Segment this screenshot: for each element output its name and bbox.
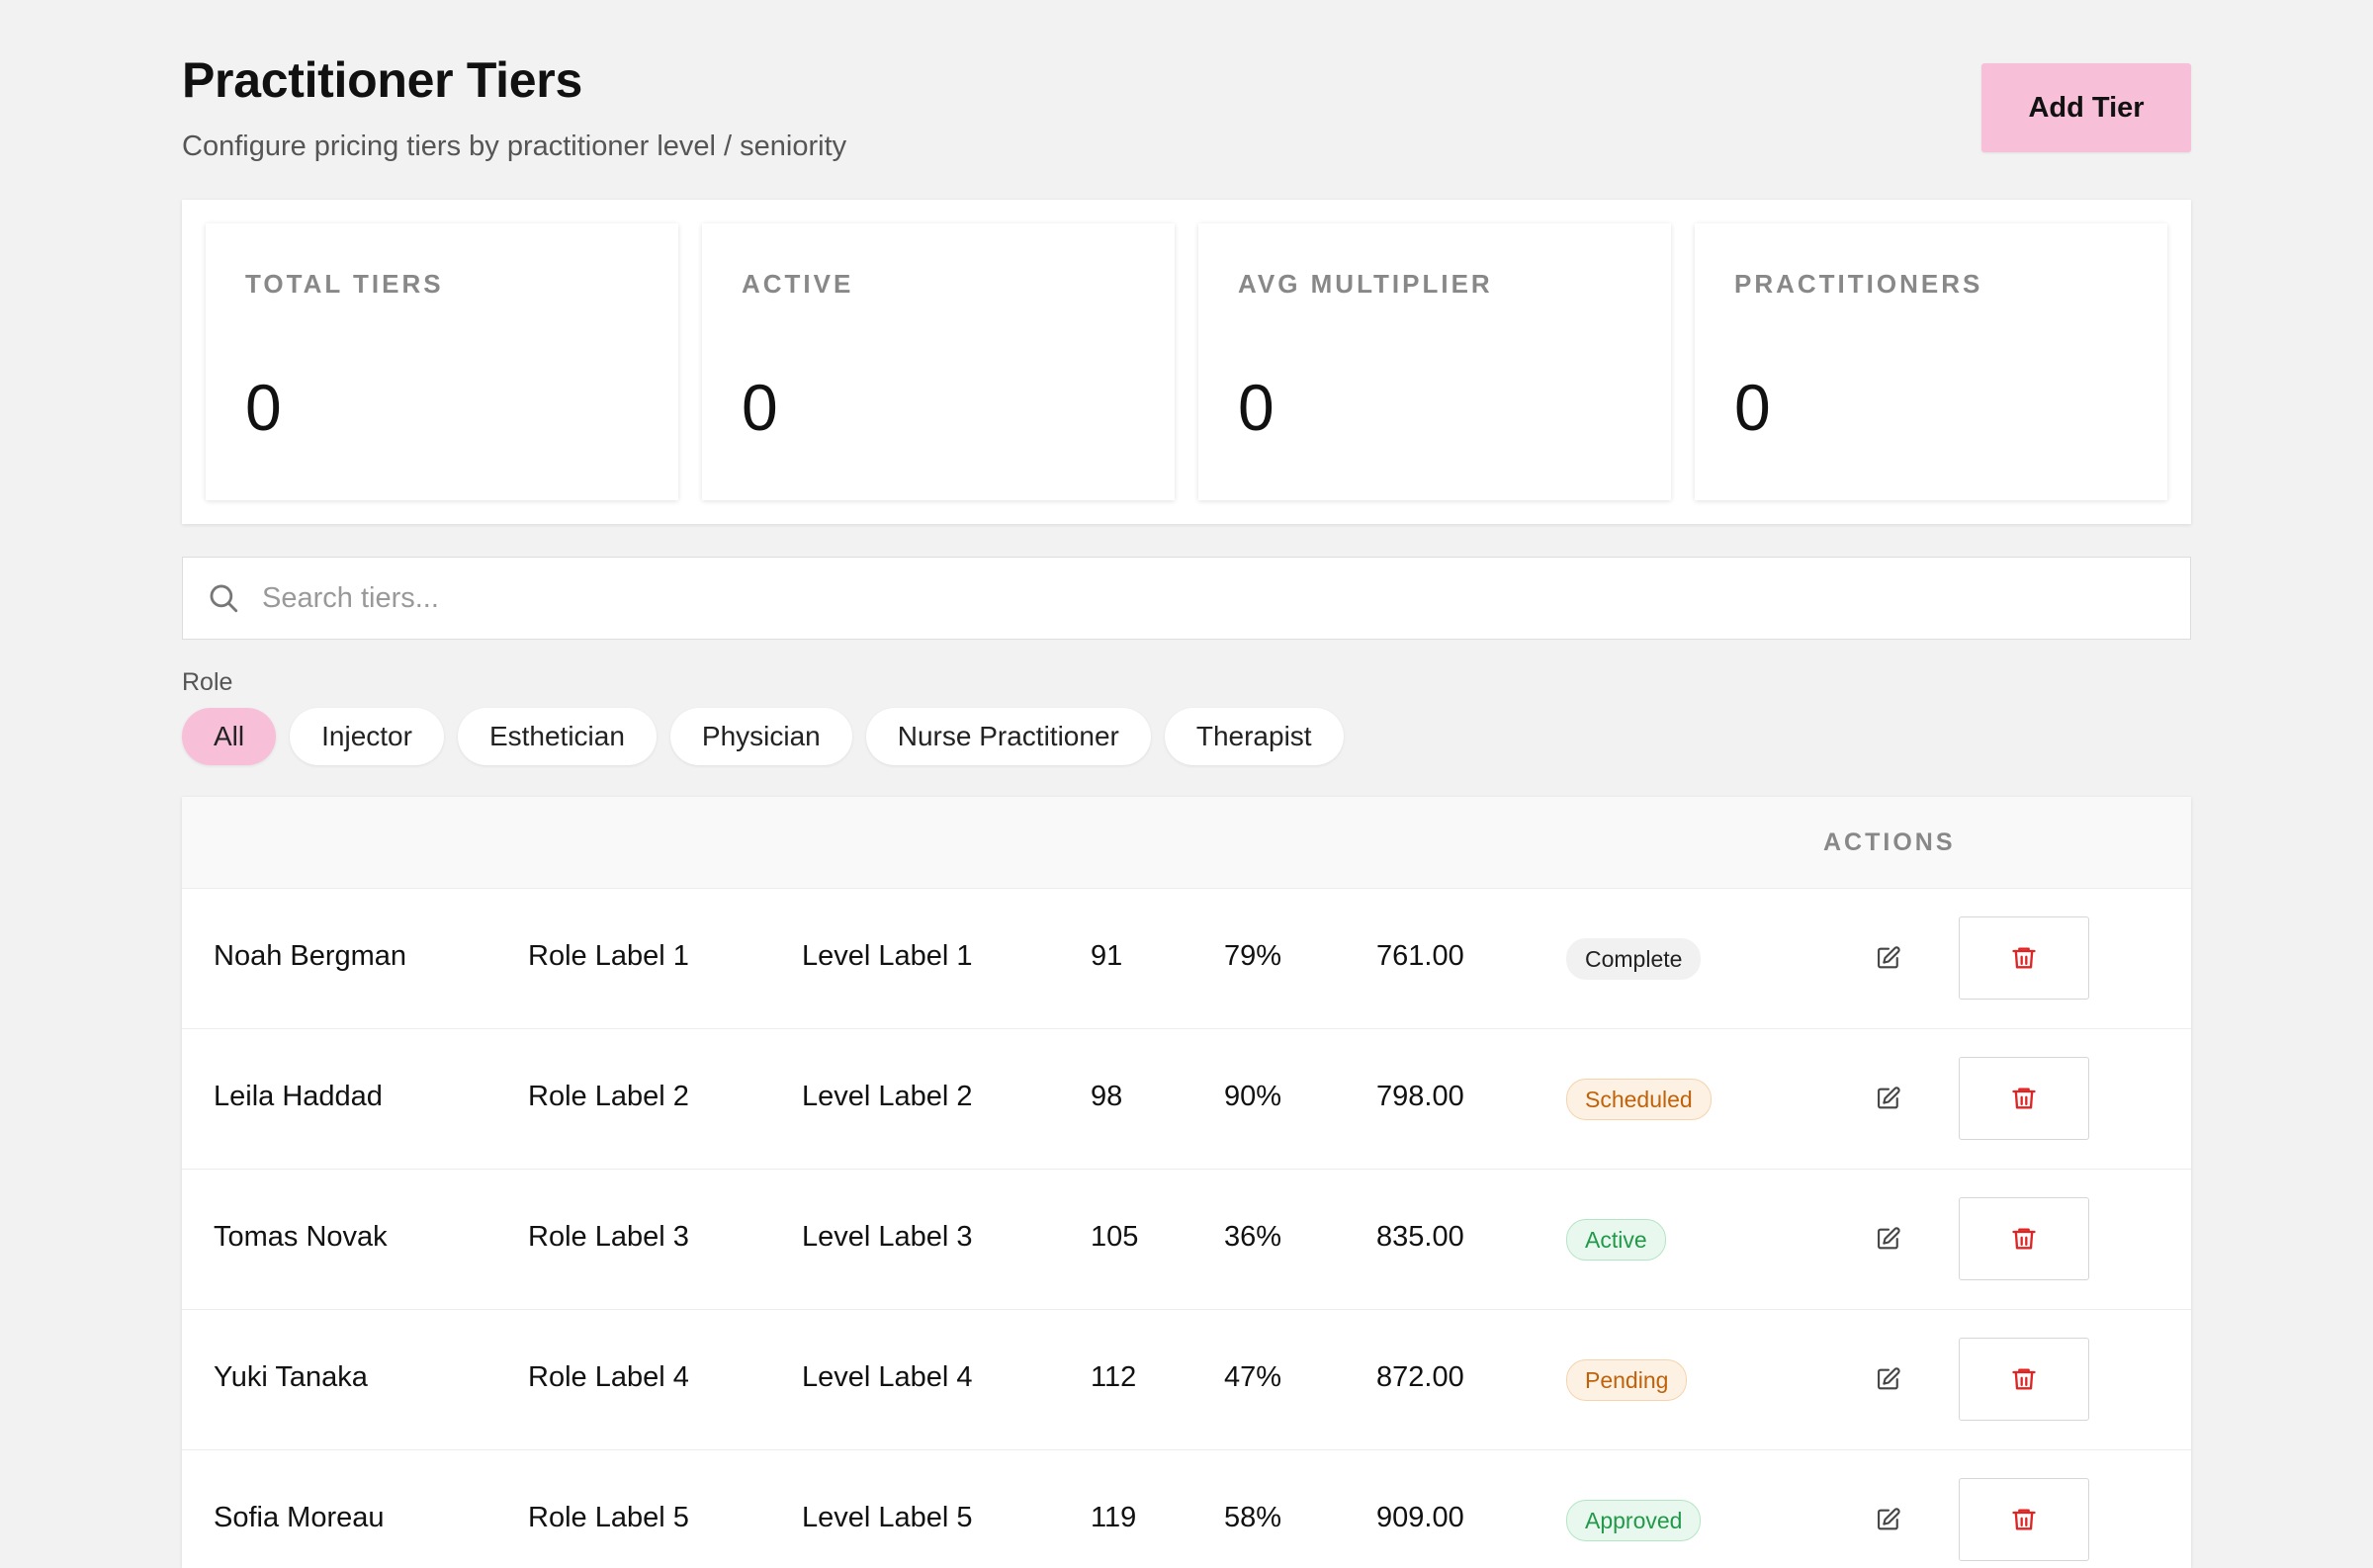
cell-count: 98 bbox=[1091, 1081, 1123, 1112]
delete-button[interactable] bbox=[1959, 1338, 2089, 1421]
stat-label: ACTIVE bbox=[742, 269, 854, 299]
trash-icon bbox=[2012, 1088, 2036, 1109]
edit-icon bbox=[1878, 1367, 1900, 1390]
cell-price: 835.00 bbox=[1376, 1221, 1464, 1253]
page-header: Practitioner Tiers Configure pricing tie… bbox=[182, 0, 2191, 198]
edit-icon bbox=[1878, 1227, 1900, 1250]
chip-injector[interactable]: Injector bbox=[290, 708, 444, 765]
page-title: Practitioner Tiers bbox=[182, 52, 582, 108]
cell-count: 112 bbox=[1091, 1361, 1137, 1393]
chip-therapist[interactable]: Therapist bbox=[1164, 708, 1344, 765]
cell-percent: 58% bbox=[1224, 1502, 1282, 1533]
role-filter-label: Role bbox=[182, 668, 233, 696]
stat-label: TOTAL TIERS bbox=[245, 269, 444, 299]
search-box bbox=[182, 557, 2191, 640]
delete-button[interactable] bbox=[1959, 916, 2089, 1000]
stat-card-active: ACTIVE 0 bbox=[702, 223, 1175, 500]
cell-level: Level Label 5 bbox=[802, 1502, 973, 1533]
chip-esthetician[interactable]: Esthetician bbox=[457, 708, 657, 765]
page-subtitle: Configure pricing tiers by practitioner … bbox=[182, 131, 847, 162]
edit-icon bbox=[1878, 1508, 1900, 1530]
table-row: Yuki Tanaka Role Label 4 Level Label 4 1… bbox=[182, 1309, 2191, 1450]
cell-name: Sofia Moreau bbox=[214, 1502, 385, 1533]
edit-icon bbox=[1878, 946, 1900, 969]
delete-button[interactable] bbox=[1959, 1057, 2089, 1140]
cell-count: 91 bbox=[1091, 940, 1123, 972]
cell-price: 798.00 bbox=[1376, 1081, 1464, 1112]
add-tier-button[interactable]: Add Tier bbox=[1981, 63, 2191, 152]
stats-panel: TOTAL TIERS 0 ACTIVE 0 AVG MULTIPLIER 0 … bbox=[182, 200, 2191, 524]
trash-icon bbox=[2012, 947, 2036, 969]
cell-level: Level Label 2 bbox=[802, 1081, 973, 1112]
status-badge: Pending bbox=[1566, 1359, 1688, 1401]
table-row: Leila Haddad Role Label 2 Level Label 2 … bbox=[182, 1028, 2191, 1170]
delete-button[interactable] bbox=[1959, 1197, 2089, 1280]
cell-level: Level Label 4 bbox=[802, 1361, 973, 1393]
edit-icon bbox=[1878, 1087, 1900, 1109]
cell-name: Noah Bergman bbox=[214, 940, 407, 972]
stat-value: 0 bbox=[1238, 371, 1274, 444]
search-icon bbox=[210, 584, 238, 613]
cell-percent: 79% bbox=[1224, 940, 1282, 972]
trash-icon bbox=[2012, 1228, 2036, 1250]
stat-value: 0 bbox=[742, 371, 778, 444]
delete-button[interactable] bbox=[1959, 1478, 2089, 1561]
cell-percent: 47% bbox=[1224, 1361, 1282, 1393]
stat-label: AVG MULTIPLIER bbox=[1238, 269, 1493, 299]
table-row: Tomas Novak Role Label 3 Level Label 3 1… bbox=[182, 1169, 2191, 1310]
chip-nurse-practitioner[interactable]: Nurse Practitioner bbox=[865, 708, 1151, 765]
stat-value: 0 bbox=[245, 371, 282, 444]
cell-price: 761.00 bbox=[1376, 940, 1464, 972]
cell-name: Yuki Tanaka bbox=[214, 1361, 368, 1393]
status-badge: Active bbox=[1566, 1219, 1666, 1261]
table-row: Sofia Moreau Role Label 5 Level Label 5 … bbox=[182, 1449, 2191, 1568]
cell-count: 105 bbox=[1091, 1221, 1139, 1253]
stat-card-practitioners: PRACTITIONERS 0 bbox=[1695, 223, 2167, 500]
edit-button[interactable] bbox=[1869, 1500, 1908, 1539]
cell-count: 119 bbox=[1091, 1502, 1137, 1533]
cell-role: Role Label 5 bbox=[528, 1502, 689, 1533]
stat-card-avg-multiplier: AVG MULTIPLIER 0 bbox=[1198, 223, 1671, 500]
tiers-table: ACTIONS Noah Bergman Role Label 1 Level … bbox=[182, 797, 2191, 1568]
table-header: ACTIONS bbox=[182, 797, 2191, 888]
status-badge: Approved bbox=[1566, 1500, 1702, 1541]
stat-label: PRACTITIONERS bbox=[1734, 269, 1983, 299]
cell-percent: 90% bbox=[1224, 1081, 1282, 1112]
edit-button[interactable] bbox=[1869, 1079, 1908, 1118]
cell-role: Role Label 1 bbox=[528, 940, 689, 972]
cell-level: Level Label 1 bbox=[802, 940, 973, 972]
cell-name: Tomas Novak bbox=[214, 1221, 388, 1253]
trash-icon bbox=[2012, 1368, 2036, 1390]
table-row: Noah Bergman Role Label 1 Level Label 1 … bbox=[182, 888, 2191, 1029]
cell-role: Role Label 2 bbox=[528, 1081, 689, 1112]
stat-value: 0 bbox=[1734, 371, 1771, 444]
status-badge: Scheduled bbox=[1566, 1079, 1712, 1120]
stat-card-total-tiers: TOTAL TIERS 0 bbox=[206, 223, 678, 500]
role-filter-chips: All Injector Esthetician Physician Nurse… bbox=[182, 708, 1344, 765]
chip-physician[interactable]: Physician bbox=[669, 708, 852, 765]
page: Practitioner Tiers Configure pricing tie… bbox=[182, 0, 2191, 1568]
cell-price: 872.00 bbox=[1376, 1361, 1464, 1393]
trash-icon bbox=[2012, 1509, 2036, 1530]
cell-price: 909.00 bbox=[1376, 1502, 1464, 1533]
search-input[interactable] bbox=[260, 558, 2143, 639]
chip-all[interactable]: All bbox=[182, 708, 277, 765]
column-header-actions: ACTIONS bbox=[1823, 828, 1956, 856]
cell-level: Level Label 3 bbox=[802, 1221, 973, 1253]
cell-role: Role Label 3 bbox=[528, 1221, 689, 1253]
cell-name: Leila Haddad bbox=[214, 1081, 383, 1112]
cell-role: Role Label 4 bbox=[528, 1361, 689, 1393]
cell-percent: 36% bbox=[1224, 1221, 1282, 1253]
edit-button[interactable] bbox=[1869, 1359, 1908, 1399]
edit-button[interactable] bbox=[1869, 1219, 1908, 1259]
edit-button[interactable] bbox=[1869, 938, 1908, 978]
status-badge: Complete bbox=[1566, 938, 1702, 980]
